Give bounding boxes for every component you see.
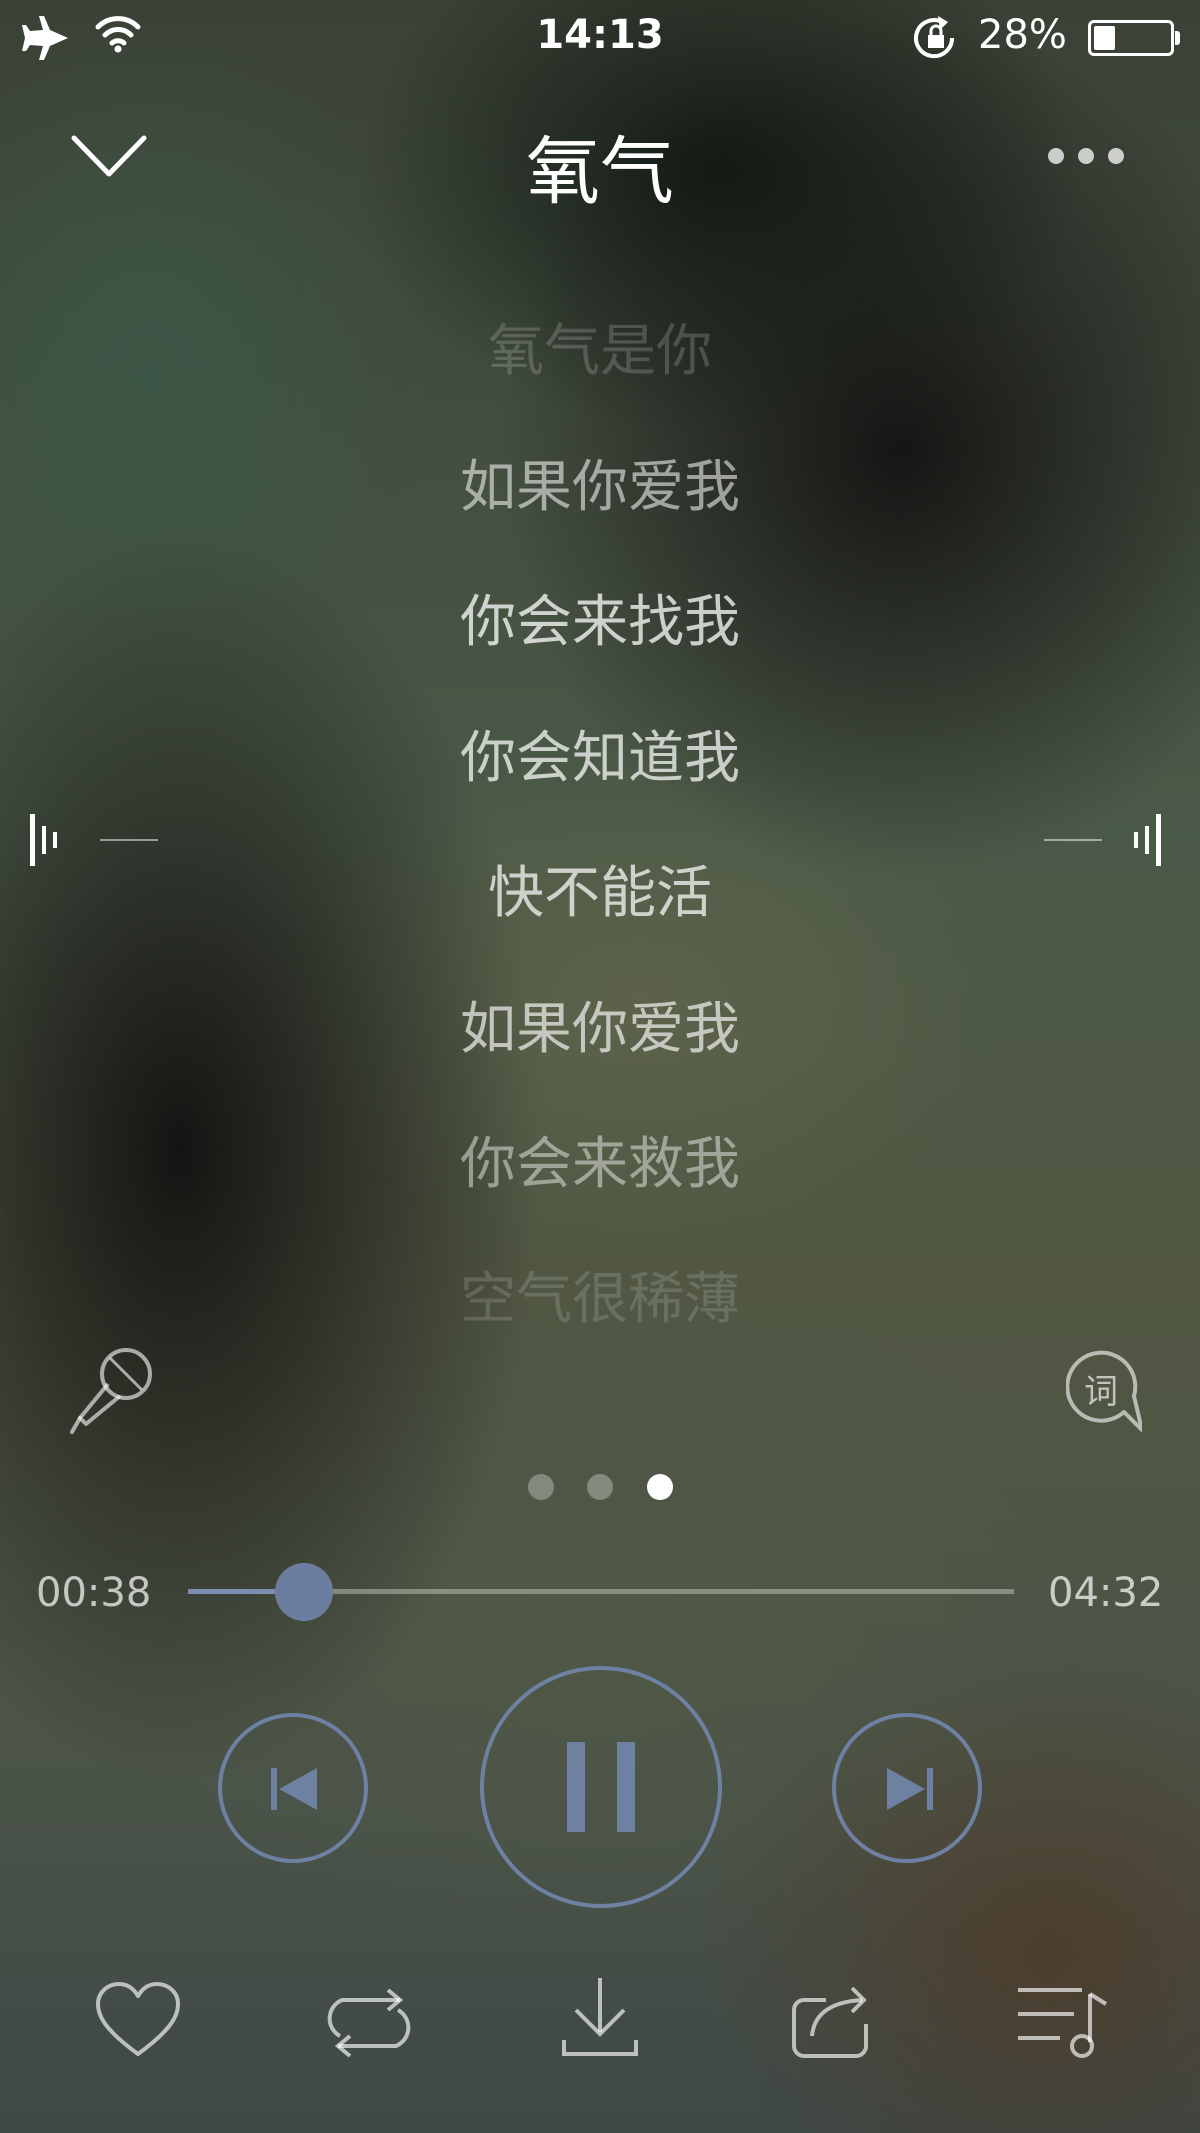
lyric-line: 空气很稀薄	[460, 1267, 740, 1332]
lyric-line: 如果你爱我	[460, 997, 740, 1062]
elapsed-time: 00:38	[36, 1570, 152, 1616]
song-title: 氧气	[526, 129, 674, 215]
lyric-line: 快不能活	[488, 861, 712, 926]
lyric-line: 你会来找我	[460, 590, 740, 655]
pause-icon	[567, 1742, 635, 1832]
page-dot[interactable]	[528, 1474, 554, 1500]
lyrics-toggle-button[interactable]: 词	[1066, 1350, 1142, 1432]
download-icon[interactable]	[560, 1976, 640, 2060]
pause-button[interactable]	[480, 1666, 722, 1908]
more-icon[interactable]	[1046, 146, 1126, 166]
battery-percent: 28%	[978, 12, 1067, 58]
battery-fill	[1094, 26, 1115, 50]
lyric-line: 你会知道我	[460, 726, 740, 791]
progress-knob[interactable]	[274, 1563, 333, 1621]
page-dot-active[interactable]	[647, 1474, 673, 1500]
battery-icon	[1088, 20, 1174, 56]
previous-icon	[271, 1768, 317, 1810]
total-time: 04:32	[1048, 1570, 1164, 1616]
rotation-lock-icon	[914, 16, 955, 59]
lyric-seek-left-icon[interactable]	[28, 812, 160, 868]
next-button[interactable]	[832, 1713, 982, 1863]
page-dot[interactable]	[587, 1474, 613, 1500]
lyric-line: 氧气是你	[488, 319, 712, 384]
next-icon	[887, 1768, 933, 1810]
lyric-seek-right-icon[interactable]	[1042, 812, 1174, 868]
battery-tip	[1175, 31, 1180, 45]
lyric-line: 如果你爱我	[460, 455, 740, 520]
playlist-icon[interactable]	[1016, 1984, 1110, 2060]
heart-icon[interactable]	[94, 1980, 182, 2060]
previous-button[interactable]	[218, 1713, 368, 1863]
repeat-icon[interactable]	[322, 1986, 416, 2060]
lyric-line: 你会来救我	[460, 1132, 740, 1197]
microphone-icon[interactable]	[66, 1344, 158, 1436]
lyrics-toggle-label: 词	[1084, 1372, 1118, 1412]
share-icon[interactable]	[790, 1984, 874, 2060]
status-bar: 14:13 28%	[0, 0, 1200, 76]
